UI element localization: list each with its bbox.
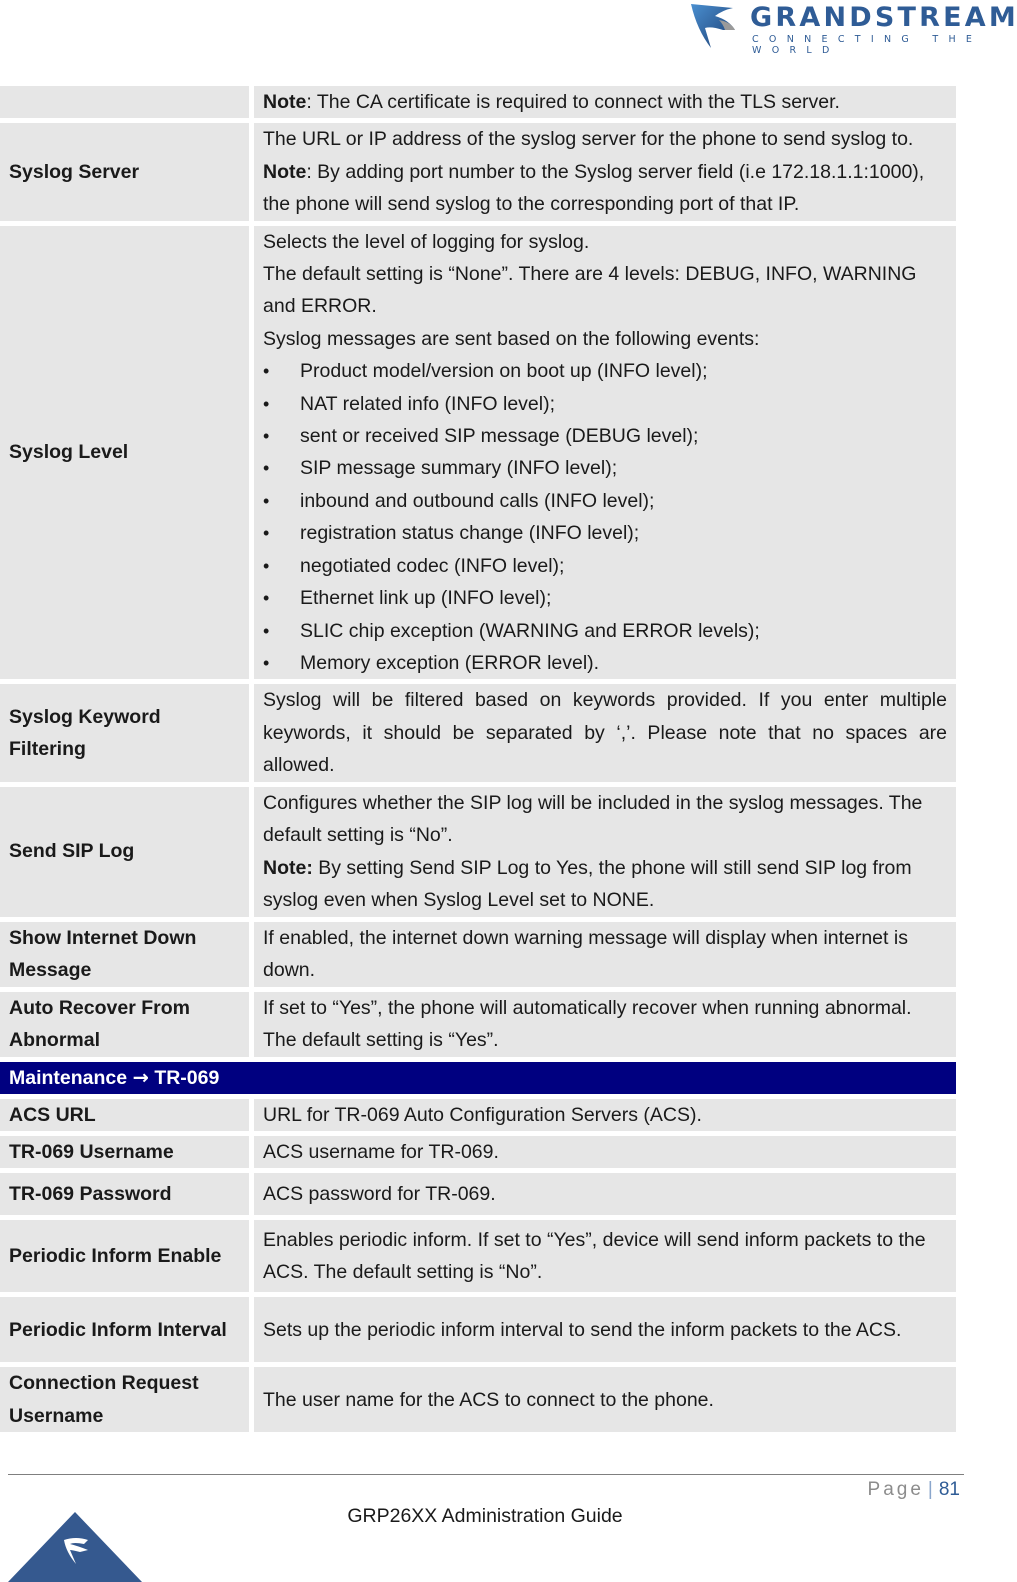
list-item: Ethernet link up (INFO level);: [263, 582, 947, 615]
note-label: Note: [263, 91, 307, 113]
description-paragraph: Configures whether the SIP log will be i…: [263, 787, 947, 852]
list-item: negotiated codec (INFO level);: [263, 550, 947, 583]
description-text: Selects the level of logging for syslog.: [263, 230, 590, 253]
event-list: Product model/version on boot up (INFO l…: [263, 355, 947, 679]
parameter-description: URL for TR-069 Auto Configuration Server…: [254, 1098, 956, 1131]
description-text: Configures whether the SIP log will be i…: [263, 791, 923, 847]
parameter-description: Sets up the periodic inform interval to …: [254, 1297, 956, 1363]
section-header: Maintenance → TR-069: [0, 1061, 956, 1094]
parameter-description: ACS username for TR-069.: [254, 1135, 956, 1169]
parameter-name: [0, 86, 249, 119]
parameter-name: TR-069 Username: [0, 1135, 249, 1169]
list-item: SLIC chip exception (WARNING and ERROR l…: [263, 615, 947, 648]
description-text: If set to “Yes”, the phone will automati…: [263, 996, 912, 1052]
section-title-suffix: TR-069: [154, 1066, 220, 1089]
page-number: Page | 81: [868, 1479, 960, 1501]
description-text: Syslog will be filtered based on keyword…: [263, 689, 947, 777]
parameter-description: Enables periodic inform. If set to “Yes”…: [254, 1220, 956, 1293]
description-paragraph: Note: By adding port number to the Syslo…: [263, 156, 947, 221]
arrow-right-icon: →: [132, 1065, 149, 1089]
parameter-name: Syslog Keyword Filtering: [0, 684, 249, 782]
brand-name: GRANDSTREAM: [750, 2, 1017, 33]
parameter-description: ACS password for TR-069.: [254, 1173, 956, 1216]
parameter-table: Note: The CA certificate is required to …: [0, 81, 961, 1437]
list-item: Memory exception (ERROR level).: [263, 647, 947, 680]
page-separator: |: [927, 1479, 933, 1500]
table-row: TR-069 Password ACS password for TR-069.: [0, 1173, 956, 1216]
parameter-name: Syslog Server: [0, 123, 249, 221]
list-item: SIP message summary (INFO level);: [263, 452, 947, 485]
list-item: sent or received SIP message (DEBUG leve…: [263, 420, 947, 453]
parameter-description: Selects the level of logging for syslog.…: [254, 225, 956, 680]
parameter-name: Send SIP Log: [0, 786, 249, 917]
parameter-name: Periodic Inform Enable: [0, 1220, 249, 1293]
table-row: TR-069 Username ACS username for TR-069.: [0, 1135, 956, 1169]
list-item: Product model/version on boot up (INFO l…: [263, 355, 947, 388]
description-paragraph: Syslog will be filtered based on keyword…: [263, 684, 947, 781]
description-text: If enabled, the internet down warning me…: [263, 926, 908, 982]
parameter-description: Note: The CA certificate is required to …: [254, 86, 956, 119]
parameter-description: Syslog will be filtered based on keyword…: [254, 684, 956, 782]
parameter-description: The user name for the ACS to connect to …: [254, 1367, 956, 1433]
description-paragraph: The URL or IP address of the syslog serv…: [263, 123, 947, 155]
brand-tagline: CONNECTING THE WORLD: [752, 34, 983, 56]
parameter-name: TR-069 Password: [0, 1173, 249, 1216]
description-paragraph: Note: By setting Send SIP Log to Yes, th…: [263, 852, 947, 917]
parameter-description: The URL or IP address of the syslog serv…: [254, 123, 956, 221]
list-item: registration status change (INFO level);: [263, 517, 947, 550]
section-title-prefix: Maintenance: [9, 1066, 128, 1089]
parameter-name: ACS URL: [0, 1098, 249, 1131]
parameter-name: Show Internet Down Message: [0, 921, 249, 987]
list-item: inbound and outbound calls (INFO level);: [263, 485, 947, 518]
header-logo: GRANDSTREAM CONNECTING THE WORLD: [672, 0, 1017, 56]
description-paragraph: Selects the level of logging for syslog.: [263, 226, 947, 258]
parameter-name: Auto Recover From Abnormal: [0, 991, 249, 1057]
description-paragraph: Syslog messages are sent based on the fo…: [263, 323, 947, 355]
table-row: Send SIP Log Configures whether the SIP l…: [0, 786, 956, 917]
table-row: Periodic Inform Interval Sets up the peri…: [0, 1297, 956, 1363]
description-paragraph: Note: The CA certificate is required to …: [263, 86, 947, 118]
table-row: Note: The CA certificate is required to …: [0, 86, 956, 119]
description-text: : The CA certificate is required to conn…: [306, 91, 840, 113]
note-label: Note:: [263, 856, 313, 879]
description-paragraph: If enabled, the internet down warning me…: [263, 922, 947, 987]
table-row: ACS URL URL for TR-069 Auto Configuration…: [0, 1098, 956, 1131]
description-paragraph: If set to “Yes”, the phone will automati…: [263, 992, 947, 1057]
table-row: Syslog Server The URL or IP address of th…: [0, 123, 956, 221]
parameter-name: Periodic Inform Interval: [0, 1297, 249, 1363]
description-text: The URL or IP address of the syslog serv…: [263, 128, 914, 151]
footer-divider: [8, 1474, 964, 1475]
table-row: Syslog Level Selects the level of logging…: [0, 225, 956, 680]
page-number-value: 81: [938, 1479, 960, 1500]
table-row: Auto Recover From Abnormal If set to “Yes…: [0, 991, 956, 1057]
document-title: GRP26XX Administration Guide: [347, 1505, 623, 1527]
table-row: Connection Request Username The user name…: [0, 1367, 956, 1433]
grandstream-logo-icon: [691, 4, 735, 48]
section-header-row: Maintenance → TR-069: [0, 1061, 956, 1094]
parameter-description: If set to “Yes”, the phone will automati…: [254, 991, 956, 1057]
description-text: : By adding port number to the Syslog se…: [263, 160, 925, 216]
table-row: Periodic Inform Enable Enables periodic i…: [0, 1220, 956, 1293]
list-item: NAT related info (INFO level);: [263, 388, 947, 421]
note-label: Note: [263, 160, 307, 183]
description-paragraph: The default setting is “None”. There are…: [263, 258, 947, 323]
description-text: Syslog messages are sent based on the fo…: [263, 327, 760, 350]
description-text: By setting Send SIP Log to Yes, the phon…: [263, 856, 912, 911]
parameter-description: If enabled, the internet down warning me…: [254, 921, 956, 987]
table-row: Syslog Keyword Filtering Syslog will be f…: [0, 684, 956, 782]
table-row: Show Internet Down Message If enabled, th…: [0, 921, 956, 987]
parameter-name: Connection Request Username: [0, 1367, 249, 1433]
parameter-name: Syslog Level: [0, 225, 249, 680]
page-label: Page: [867, 1479, 924, 1500]
grandstream-triangle-logo-icon: [8, 1512, 142, 1582]
description-text: The default setting is “None”. There are…: [263, 263, 917, 318]
parameter-description: Configures whether the SIP log will be i…: [254, 786, 956, 917]
